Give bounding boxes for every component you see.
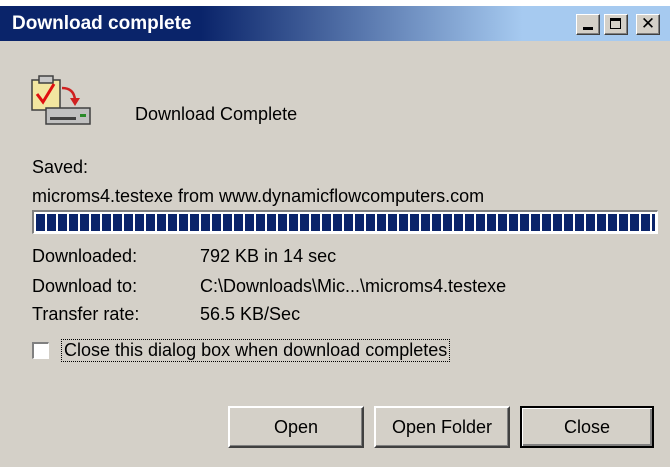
window-title: Download complete [12, 13, 192, 34]
maximize-icon[interactable] [604, 14, 628, 35]
download-to-value: C:\Downloads\Mic...\microms4.testexe [200, 276, 507, 296]
progress-fill [36, 214, 655, 231]
transfer-rate-label: Transfer rate: [32, 304, 140, 324]
saved-label: Saved: [32, 157, 89, 177]
close-when-done-label[interactable]: Close this dialog box when download comp… [60, 339, 451, 362]
download-to-label: Download to: [32, 276, 138, 296]
minimize-icon[interactable] [576, 14, 600, 35]
close-when-done-checkbox[interactable] [32, 342, 49, 359]
transfer-rate-value: 56.5 KB/Sec [200, 304, 301, 324]
open-folder-button[interactable]: Open Folder [374, 406, 510, 448]
dialog-heading: Download Complete [135, 104, 298, 124]
download-complete-icon [31, 75, 91, 125]
close-button[interactable]: Close [520, 406, 654, 448]
saved-file-detail: microms4.testexe from www.dynamicflowcom… [32, 186, 485, 206]
download-dialog: Download complete ✕ Download Complete Sa… [0, 0, 670, 467]
close-icon[interactable]: ✕ [636, 14, 660, 35]
open-button[interactable]: Open [228, 406, 364, 448]
title-bar[interactable]: Download complete ✕ [0, 6, 670, 41]
downloaded-label: Downloaded: [32, 246, 138, 266]
download-progress-bar [32, 210, 658, 234]
downloaded-value: 792 KB in 14 sec [200, 246, 337, 266]
open-button-label: Open [273, 416, 319, 437]
close-button-label: Close [563, 416, 611, 437]
open-folder-button-label: Open Folder [391, 416, 493, 437]
